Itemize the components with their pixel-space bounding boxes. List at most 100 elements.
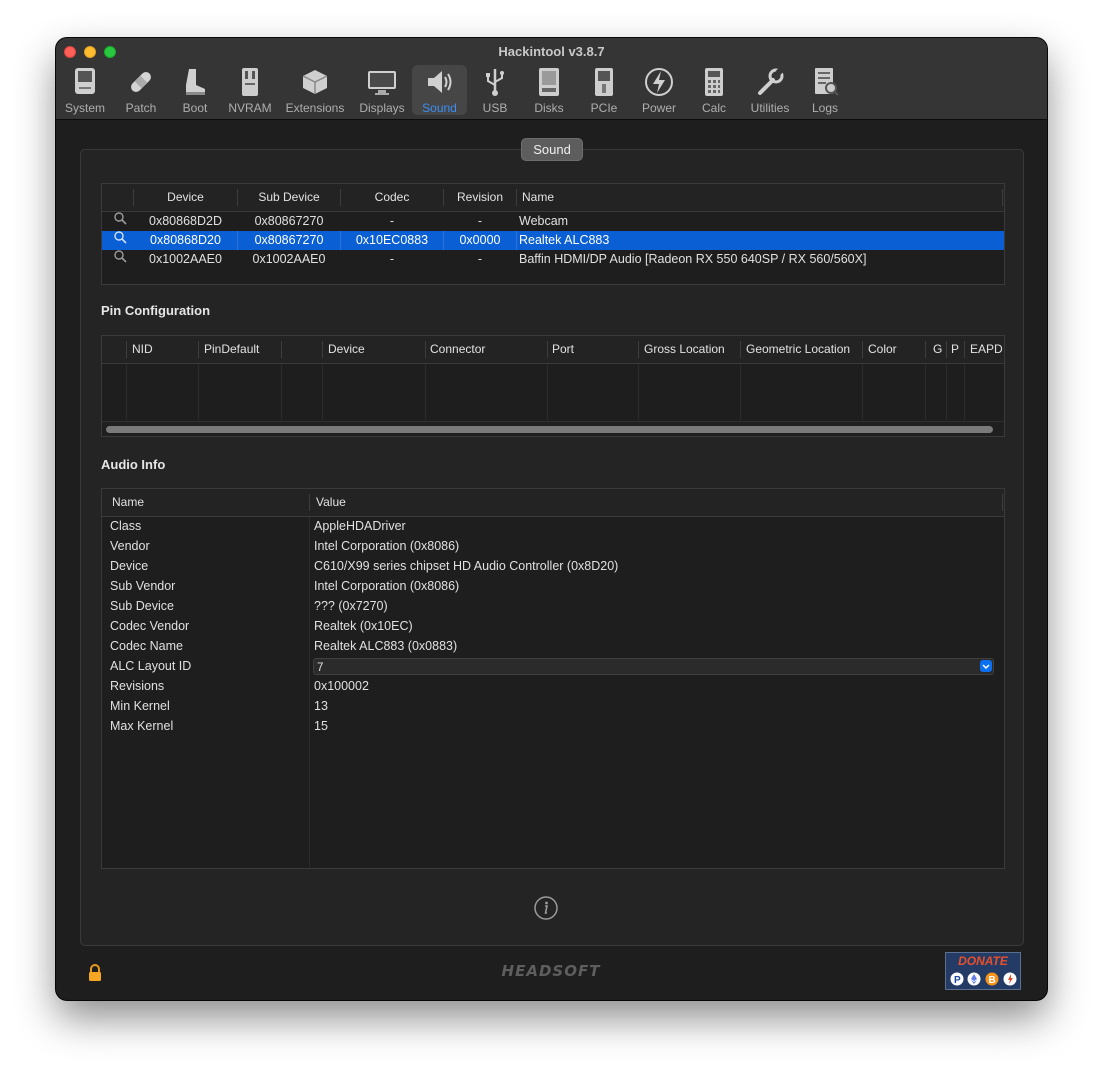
device-id: 0x80868D20 bbox=[150, 233, 221, 247]
device-id: 0x1002AAE0 bbox=[149, 252, 222, 266]
alc-layout-id-dropdown[interactable]: 7 bbox=[313, 658, 994, 675]
info-name: Device bbox=[110, 559, 149, 573]
horizontal-scrollbar[interactable] bbox=[102, 421, 1004, 436]
column-header-pindefault[interactable]: PinDefault bbox=[204, 336, 259, 363]
magnifier-icon[interactable] bbox=[113, 230, 127, 249]
device-name: Webcam bbox=[519, 214, 569, 228]
info-row-device: Device C610/X99 series chipset HD Audio … bbox=[102, 556, 1004, 576]
revision: - bbox=[477, 252, 483, 266]
info-row-vendor: Vendor Intel Corporation (0x8086) bbox=[102, 536, 1004, 556]
device-row[interactable]: 0x80868D2D 0x80867270 - - Webcam bbox=[102, 212, 1004, 231]
info-name: Max Kernel bbox=[110, 719, 174, 733]
usb-icon bbox=[486, 69, 504, 96]
info-row-alc-layout-id: ALC Layout ID 7 bbox=[102, 656, 1004, 676]
toolbar-usb[interactable]: USB bbox=[471, 65, 519, 115]
info-name: Sub Device bbox=[110, 599, 174, 613]
column-header-revision[interactable]: Revision bbox=[444, 184, 516, 211]
info-icon[interactable] bbox=[534, 896, 558, 920]
codec-id: - bbox=[389, 252, 395, 266]
info-name: Codec Name bbox=[110, 639, 183, 653]
boot-icon bbox=[186, 69, 205, 95]
device-name: Realtek ALC883 bbox=[519, 233, 610, 247]
info-row-sub-device: Sub Device ??? (0x7270) bbox=[102, 596, 1004, 616]
sub-device-id: 0x80867270 bbox=[254, 214, 324, 228]
info-value: 13 bbox=[314, 699, 328, 713]
toolbar-extensions[interactable]: Extensions bbox=[282, 65, 348, 115]
toolbar-patch[interactable]: Patch bbox=[117, 65, 165, 115]
info-value: Intel Corporation (0x8086) bbox=[314, 539, 460, 553]
revision: - bbox=[477, 214, 483, 228]
info-name: Sub Vendor bbox=[110, 579, 176, 593]
toolbar-displays[interactable]: Displays bbox=[356, 65, 408, 115]
info-row-codec-vendor: Codec Vendor Realtek (0x10EC) bbox=[102, 616, 1004, 636]
column-header-device[interactable]: Device bbox=[134, 184, 237, 211]
chevron-down-icon[interactable] bbox=[980, 660, 992, 672]
toolbar-nvram[interactable]: NVRAM bbox=[226, 65, 274, 115]
toolbar-utilities[interactable]: Utilities bbox=[744, 65, 796, 115]
column-header-sub-device[interactable]: Sub Device bbox=[238, 184, 340, 211]
column-header-geometric-location[interactable]: Geometric Location bbox=[746, 336, 850, 363]
device-table: Device Sub Device Codec Revision Name 0x… bbox=[101, 183, 1005, 285]
toolbar-logs[interactable]: Logs bbox=[801, 65, 849, 115]
donate-button[interactable]: DONATE P B bbox=[945, 952, 1021, 990]
paypal-icon: P bbox=[950, 972, 964, 991]
column-header-eapd[interactable]: EAPD bbox=[970, 336, 1003, 363]
info-value: Intel Corporation (0x8086) bbox=[314, 579, 460, 593]
info-value: AppleHDADriver bbox=[314, 519, 406, 533]
info-name: Min Kernel bbox=[110, 699, 170, 713]
system-icon bbox=[75, 68, 95, 94]
tab-sound[interactable]: Sound bbox=[521, 138, 583, 161]
column-header-color[interactable]: Color bbox=[868, 336, 897, 363]
device-row[interactable]: 0x1002AAE0 0x1002AAE0 - - Baffin HDMI/DP… bbox=[102, 250, 1004, 269]
column-header-g[interactable]: G bbox=[933, 336, 942, 363]
audio-info-title: Audio Info bbox=[101, 457, 166, 472]
column-header-gross-location[interactable]: Gross Location bbox=[644, 336, 725, 363]
column-header-name[interactable]: Name bbox=[522, 184, 554, 211]
audio-info-header: Name Value bbox=[102, 489, 1004, 517]
info-name: ALC Layout ID bbox=[110, 659, 192, 673]
column-header-info-value[interactable]: Value bbox=[316, 489, 346, 516]
device-row-selected[interactable]: 0x80868D20 0x80867270 0x10EC0883 0x0000 … bbox=[102, 231, 1004, 250]
info-value: Realtek (0x10EC) bbox=[314, 619, 413, 633]
svg-text:B: B bbox=[989, 975, 996, 986]
info-name: Revisions bbox=[110, 679, 165, 693]
toolbar-pcie[interactable]: PCIe bbox=[580, 65, 628, 115]
ethereum-icon bbox=[967, 972, 981, 991]
scrollbar-thumb[interactable] bbox=[106, 426, 993, 433]
pin-table-header: NID PinDefault Device Connector Port Gro… bbox=[102, 336, 1004, 364]
magnifier-icon[interactable] bbox=[113, 211, 127, 230]
utilities-icon bbox=[758, 67, 785, 95]
toolbar-boot[interactable]: Boot bbox=[171, 65, 219, 115]
info-row-max-kernel: Max Kernel 15 bbox=[102, 716, 1004, 736]
column-header-info-name[interactable]: Name bbox=[112, 489, 144, 516]
info-name: Vendor bbox=[110, 539, 150, 553]
power-icon bbox=[645, 68, 673, 96]
bitcoin-icon: B bbox=[985, 972, 999, 991]
column-header-codec[interactable]: Codec bbox=[341, 184, 443, 211]
info-row-class: Class AppleHDADriver bbox=[102, 516, 1004, 536]
column-header-pin-device[interactable]: Device bbox=[328, 336, 365, 363]
toolbar-disks[interactable]: Disks bbox=[525, 65, 573, 115]
title-bar: Hackintool v3.8.7 System Patch Boot NVRA… bbox=[56, 38, 1047, 120]
donate-label: DONATE bbox=[958, 954, 1008, 968]
app-window: Hackintool v3.8.7 System Patch Boot NVRA… bbox=[56, 38, 1047, 1000]
magnifier-icon[interactable] bbox=[113, 249, 127, 268]
info-value: 0x100002 bbox=[314, 679, 369, 693]
info-value: C610/X99 series chipset HD Audio Control… bbox=[314, 559, 619, 573]
toolbar-system[interactable]: System bbox=[61, 65, 109, 115]
info-name: Codec Vendor bbox=[110, 619, 190, 633]
column-header-port[interactable]: Port bbox=[552, 336, 574, 363]
toolbar-power[interactable]: Power bbox=[635, 65, 683, 115]
column-header-connector[interactable]: Connector bbox=[430, 336, 485, 363]
info-row-codec-name: Codec Name Realtek ALC883 (0x0883) bbox=[102, 636, 1004, 656]
disks-icon bbox=[539, 68, 559, 96]
toolbar-calc[interactable]: Calc bbox=[690, 65, 738, 115]
lock-icon[interactable] bbox=[87, 964, 103, 982]
column-header-nid[interactable]: NID bbox=[132, 336, 153, 363]
device-table-header: Device Sub Device Codec Revision Name bbox=[102, 184, 1004, 212]
headsoft-logo: HEADSOFT bbox=[501, 962, 601, 980]
logs-icon bbox=[815, 68, 839, 96]
toolbar-sound[interactable]: Sound bbox=[412, 65, 467, 115]
displays-icon bbox=[368, 71, 396, 95]
column-header-p[interactable]: P bbox=[951, 336, 959, 363]
